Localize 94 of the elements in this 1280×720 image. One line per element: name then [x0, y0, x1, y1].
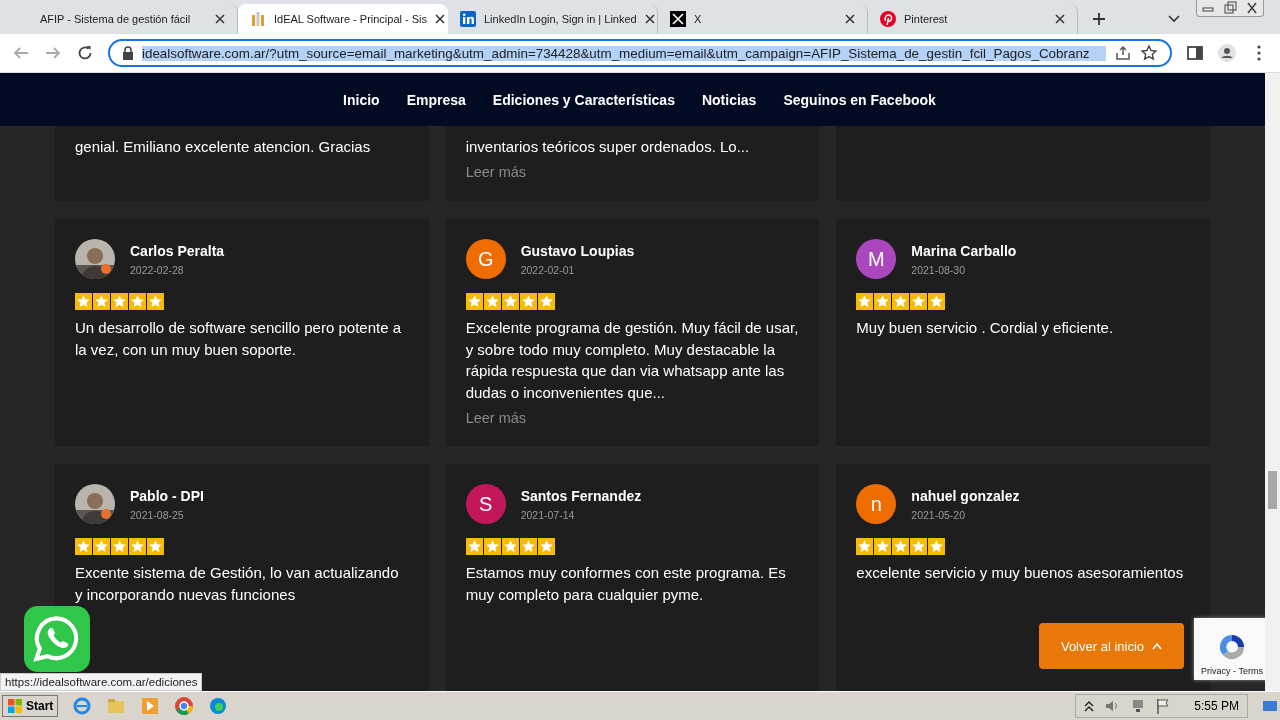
review-text: genial. Emiliano excelente atencion. Gracias	[75, 137, 372, 157]
reviewer-name: nahuel gonzalez	[911, 487, 1020, 504]
star-icon	[910, 538, 928, 555]
lock-icon	[122, 46, 134, 60]
star-icon	[483, 538, 501, 555]
review-text: Estamos muy conformes con este programa. Es muy completo para cualquier pyme.	[465, 563, 787, 605]
star-icon	[519, 538, 537, 555]
star-icon	[93, 538, 110, 555]
columns-icon	[250, 11, 266, 27]
reviewer-name: Pablo - DPI	[130, 487, 204, 504]
nav-link[interactable]: Inicio	[343, 91, 380, 108]
star-icon	[892, 293, 910, 310]
avatar: S	[465, 484, 506, 524]
clock: 5:55 PM	[1194, 699, 1239, 713]
star-icon	[856, 293, 874, 310]
recaptcha-icon	[1217, 632, 1247, 662]
star-icon	[465, 538, 483, 555]
star-icon	[129, 538, 146, 555]
chevron-down-icon[interactable]	[1168, 12, 1180, 24]
chevron-up-icon[interactable]	[1084, 700, 1095, 712]
start-button[interactable]: Start	[2, 695, 59, 717]
star-icon	[856, 538, 874, 555]
pinterest-icon	[880, 11, 896, 27]
browser-tab[interactable]: IdEAL Software - Principal - Sis	[238, 4, 448, 34]
review-text: Un desarrollo de software sencillo pero potente a la vez, con un muy buen soporte.	[75, 318, 403, 360]
star-icon	[928, 538, 946, 555]
avatar: G	[465, 239, 506, 279]
profile-icon[interactable]	[1218, 44, 1236, 62]
star-icon	[75, 293, 92, 310]
nav-link[interactable]: Ediciones y Características	[492, 91, 675, 108]
plus-icon[interactable]	[1092, 12, 1106, 26]
star-icon	[910, 293, 928, 310]
read-more-link[interactable]: Leer más	[465, 163, 800, 180]
reviewer-name: Marina Carballo	[911, 242, 1017, 259]
review-date: 2021-08-25	[130, 508, 185, 521]
chrome-icon[interactable]	[174, 696, 195, 716]
star-icon	[111, 293, 128, 310]
review-date: 2021-07-14	[520, 508, 576, 521]
star-icon	[465, 293, 483, 310]
linkedin-icon	[460, 11, 476, 27]
review-text: Excente sistema de Gestión, lo van actualizando y incorporando nuevas funciones	[75, 563, 400, 605]
nav-link[interactable]: Seguinos en Facebook	[783, 91, 936, 108]
whatsapp-icon[interactable]	[24, 606, 90, 672]
star-icon	[537, 538, 555, 555]
close-icon[interactable]	[1055, 14, 1065, 24]
star-icon	[111, 538, 128, 555]
windows-flag-icon	[7, 698, 23, 714]
star-icon	[75, 538, 92, 555]
scrollbar[interactable]	[1265, 73, 1280, 691]
review-date: 2022-02-28	[130, 263, 185, 276]
reviewer-name: Santos Fernandez	[520, 487, 642, 504]
star-icon	[483, 293, 501, 310]
review-text: Muy buen servicio . Cordial y eficiente.	[856, 318, 1115, 338]
recaptcha-badge: Privacy - Terms	[1194, 618, 1265, 680]
review-date: 2022-02-01	[520, 263, 576, 276]
edge-icon[interactable]	[208, 696, 229, 716]
reload-icon[interactable]	[76, 44, 94, 62]
flag-icon[interactable]	[1156, 698, 1171, 714]
reviewer-name: Gustavo Loupias	[520, 242, 635, 259]
avatar: n	[856, 484, 897, 524]
star-icon	[928, 293, 946, 310]
chevron-up-icon	[1152, 642, 1163, 650]
status-url: https://idealsoftware.com.ar/ediciones	[0, 673, 203, 691]
close-icon[interactable]	[435, 14, 446, 24]
star-icon	[147, 293, 164, 310]
close-icon[interactable]	[644, 14, 655, 24]
reviewer-name: Carlos Peralta	[130, 242, 225, 259]
share-icon[interactable]	[1114, 44, 1132, 62]
review-text: inventarios teóricos super ordenados. Lo...	[465, 137, 751, 157]
star-icon	[501, 538, 519, 555]
x-logo-icon	[670, 11, 686, 27]
star-icon	[147, 538, 164, 555]
star-outline-icon[interactable]	[1140, 44, 1158, 62]
read-more-link[interactable]: Leer más	[465, 409, 800, 426]
side-panel-icon[interactable]	[1186, 44, 1204, 62]
show-desktop-icon[interactable]	[1262, 698, 1278, 714]
star-icon	[874, 538, 892, 555]
star-icon	[892, 538, 910, 555]
star-icon	[537, 293, 555, 310]
review-text: Excelente programa de gestión. Muy fácil de usar, y sobre todo muy completo. Muy destacable la rápida respuesta que dan via whatsapp ante las dudas o inconvenientes que...	[465, 318, 800, 404]
star-icon	[519, 293, 537, 310]
close-icon[interactable]	[215, 14, 225, 24]
star-icon	[93, 293, 110, 310]
review-date: 2021-05-20	[911, 508, 967, 521]
avatar: M	[856, 239, 897, 279]
star-icon	[129, 293, 146, 310]
review-date: 2021-08-30	[911, 263, 967, 276]
star-icon	[501, 293, 519, 310]
address-bar[interactable]: idealsoftware.com.ar/?utm_source=email_marketing&utm_admin=734428&utm_medium=email&utm_campaign=AFIP_Sistema_de_gestin_fcil_Pagos_Cobranz	[108, 39, 1172, 67]
nav-link[interactable]: Noticias	[701, 91, 757, 108]
nav-link[interactable]: Empresa	[406, 91, 466, 108]
close-icon[interactable]	[845, 14, 855, 24]
review-text: excelente servicio y muy buenos asesoramientos	[856, 563, 1185, 583]
star-icon	[874, 293, 892, 310]
